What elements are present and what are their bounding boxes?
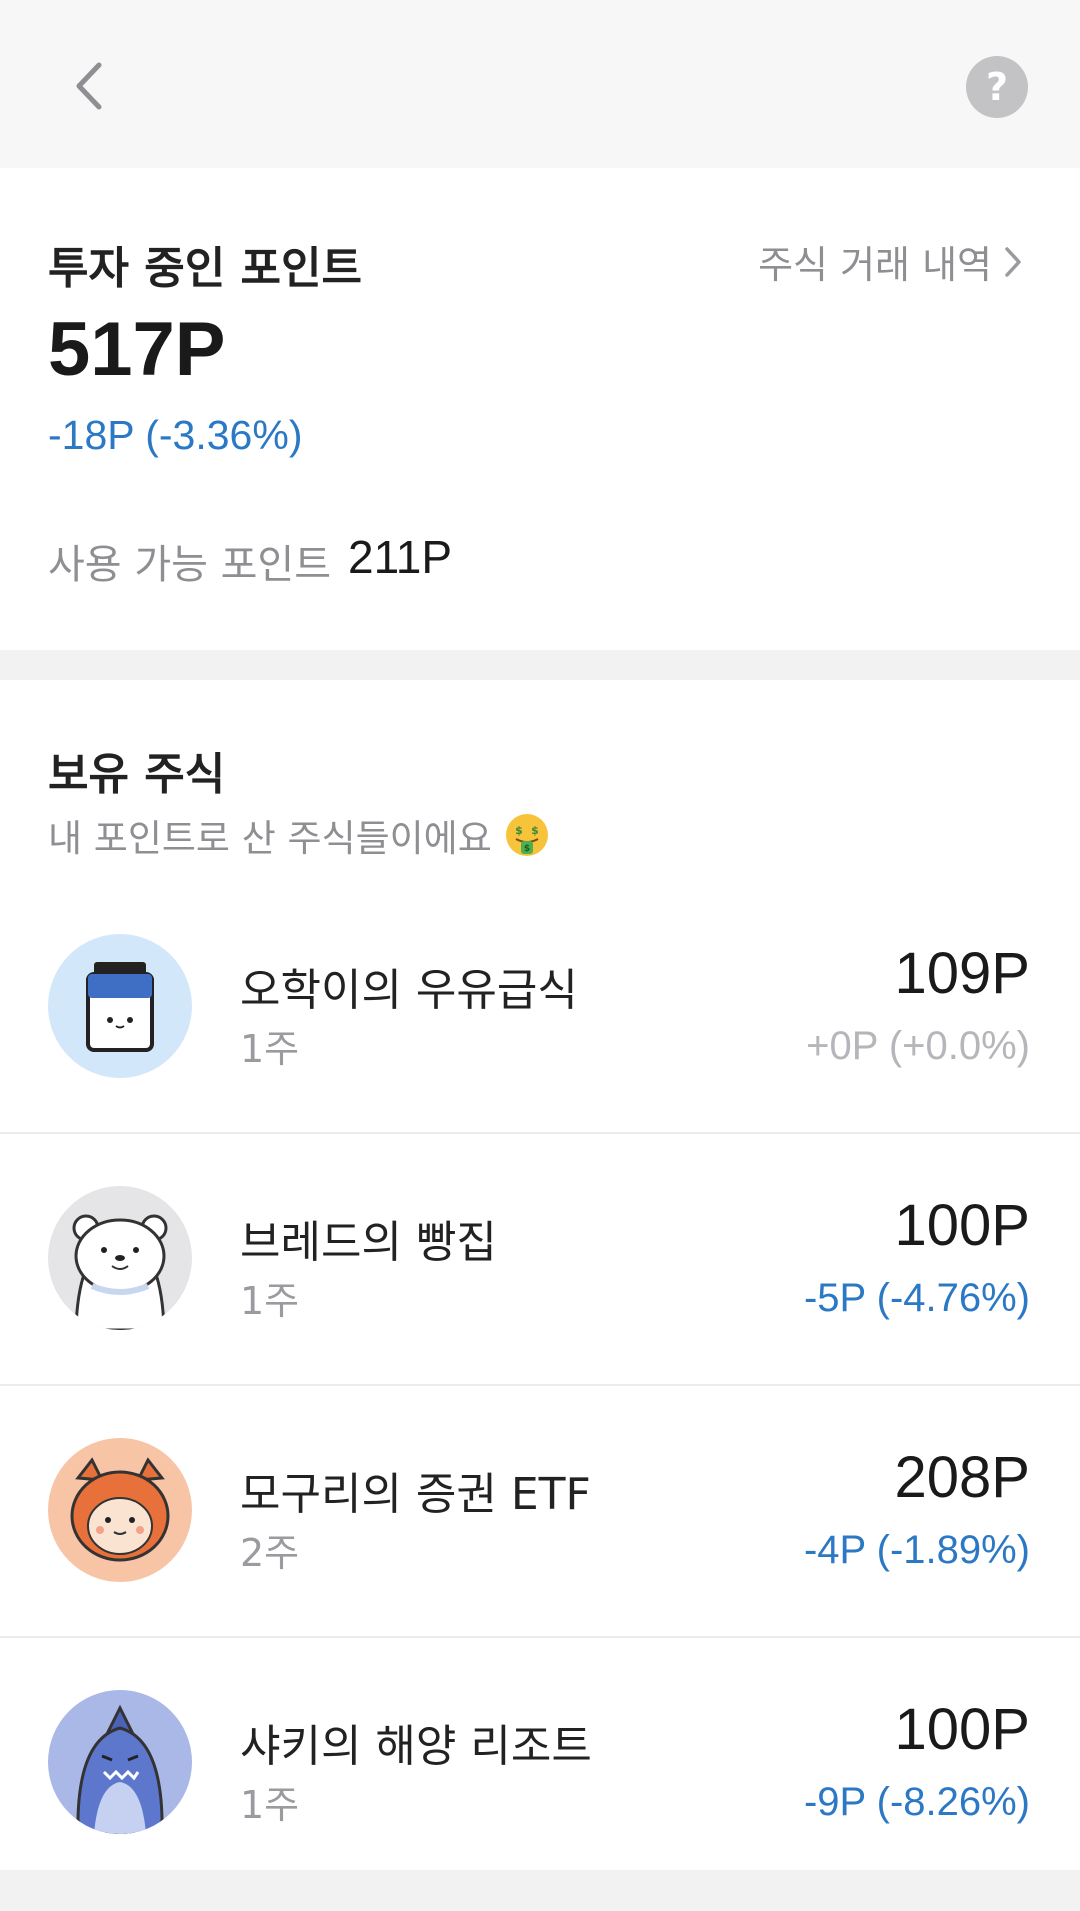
stock-value: 208P — [894, 1445, 1030, 1510]
stock-name: 모구리의 증권 ETF — [240, 1469, 591, 1520]
summary-title: 투자 중인 포인트 — [48, 243, 362, 294]
trade-history-link[interactable]: 주식 거래 내역 — [758, 234, 1022, 289]
stock-row[interactable]: 오학이의 우유급식 1주 109P +0P (+0.0%) — [0, 882, 1080, 1134]
stock-change: -9P (-8.26%) — [803, 1780, 1030, 1824]
shark-avatar — [48, 1690, 192, 1834]
stock-row[interactable]: 브레드의 빵집 1주 100P -5P (-4.76%) — [0, 1134, 1080, 1386]
top-bar: ? — [0, 0, 1080, 168]
svg-text:$: $ — [531, 824, 539, 837]
raccoon-avatar — [48, 1438, 192, 1582]
holdings-subtitle-text: 내 포인트로 산 주식들이에요 — [48, 817, 492, 860]
trade-history-label: 주식 거래 내역 — [758, 243, 992, 287]
stock-quantity: 1주 — [240, 1279, 300, 1323]
stock-change: +0P (+0.0%) — [806, 1024, 1030, 1068]
stock-quantity: 2주 — [240, 1531, 300, 1575]
investment-summary-card: 투자 중인 포인트 주식 거래 내역 517P -18P (-3.36%) 사용… — [0, 168, 1080, 650]
holdings-subtitle: 내 포인트로 산 주식들이에요 $ $ $ — [48, 808, 550, 862]
polar-bear-avatar — [48, 1186, 192, 1330]
stock-value: 109P — [894, 941, 1030, 1006]
total-change: -18P (-3.36%) — [48, 412, 303, 458]
available-points-value: 211P — [348, 531, 453, 583]
stock-value: 100P — [894, 1697, 1030, 1762]
stock-row[interactable]: 샤키의 해양 리조트 1주 100P -9P (-8.26%) — [0, 1638, 1080, 1890]
question-circle-icon: ? — [985, 65, 1009, 109]
money-mouth-face-icon: $ $ $ — [505, 814, 548, 856]
total-invested-points: 517P — [48, 307, 226, 392]
svg-text:$: $ — [524, 844, 530, 854]
chevron-left-icon — [76, 62, 102, 110]
stock-quantity: 1주 — [240, 1783, 300, 1827]
available-points-label: 사용 가능 포인트 — [48, 542, 332, 588]
stock-change: -4P (-1.89%) — [803, 1528, 1030, 1572]
svg-text:$: $ — [515, 824, 523, 837]
stock-value: 100P — [894, 1193, 1030, 1258]
holdings-title: 보유 주식 — [48, 749, 226, 800]
stock-name: 오학이의 우유급식 — [240, 965, 578, 1016]
back-button[interactable] — [56, 50, 120, 122]
milk-carton-avatar — [48, 934, 192, 1078]
stock-name: 브레드의 빵집 — [240, 1217, 497, 1268]
stock-row[interactable]: 모구리의 증권 ETF 2주 208P -4P (-1.89%) — [0, 1386, 1080, 1638]
holdings-card: 보유 주식 내 포인트로 산 주식들이에요 $ $ $ 오학이의 우유급식 1주… — [0, 680, 1080, 1870]
stock-change: -5P (-4.76%) — [803, 1276, 1030, 1320]
chevron-right-icon — [1005, 246, 1021, 277]
help-button[interactable]: ? — [966, 56, 1028, 118]
stock-name: 샤키의 해양 리조트 — [240, 1721, 592, 1772]
stock-quantity: 1주 — [240, 1027, 300, 1071]
